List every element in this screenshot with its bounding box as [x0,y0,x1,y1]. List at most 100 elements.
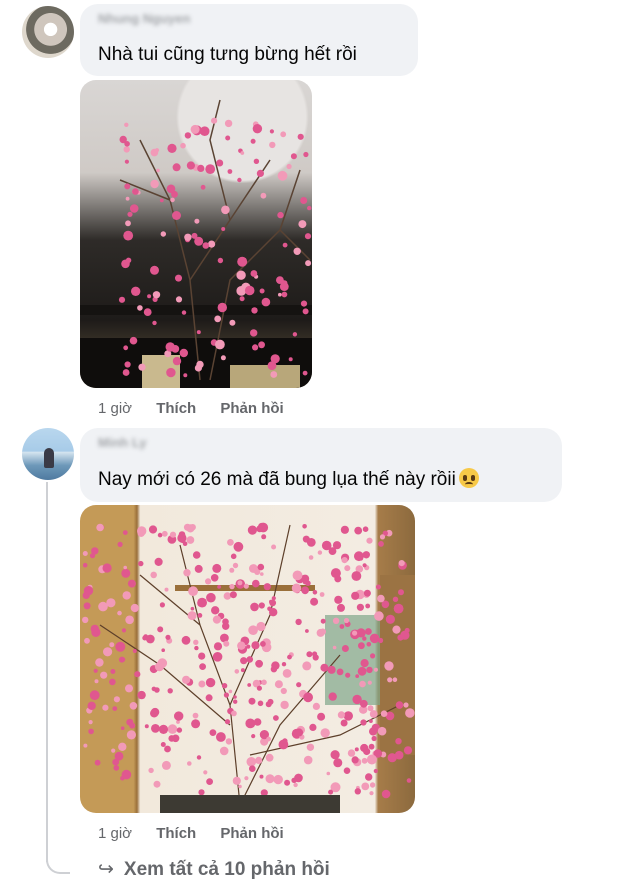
blossom-dot [93,668,98,673]
blossom-dot [96,523,104,532]
blossom-dot [194,645,199,651]
blossom-dot [125,196,130,201]
blossom-dot [354,526,363,535]
comment-author[interactable]: Minh Ly [98,435,147,450]
blossom-dot [327,665,336,674]
comment-time[interactable]: 1 giờ [98,825,132,842]
blossom-dot [187,761,192,766]
blossom-dot [252,579,260,588]
blossom-dot [304,233,312,240]
blossom-dot [208,240,216,248]
blossom-dot [265,774,275,784]
blossom-dot [160,742,166,747]
comment-meta: 1 giờ Thích Phản hồi [98,400,284,417]
blossom-dot [190,124,200,134]
blossom-dot [172,211,181,220]
blossom-dot [253,158,260,164]
blossom-dot [90,624,99,634]
blossom-dot [403,702,409,708]
blossom-dot [368,743,375,750]
blossom-dot [260,192,267,199]
blossom-dot [316,628,325,637]
blossom-dot [118,296,126,303]
blossom-dot [405,708,415,718]
blossom-dot [369,633,380,644]
blossom-dot [395,738,402,745]
blossom-dot [274,680,283,689]
blossom-dot [196,330,201,335]
blossom-dot [187,611,197,621]
blossom-dot [144,724,149,729]
blossom-dot [94,759,101,766]
comment-photo[interactable] [80,505,415,813]
blossom-dot [199,663,206,670]
blossom-dot [249,564,258,573]
blossom-dot [374,611,384,621]
view-more-replies-link[interactable]: ↪ Xem tất cả 10 phản hồi [98,858,330,881]
blossom-dot [220,355,226,361]
blossom-dot [223,640,230,647]
commenter-avatar[interactable] [22,6,74,58]
comment-text: Nhà tui cũng tưng bừng hết rồi [98,44,357,65]
blossom-dot [225,135,231,141]
blossom-dot [211,117,218,124]
blossom-dot [380,710,388,717]
blossom-dot [251,307,258,314]
blossom-dot [266,736,271,742]
blossom-dot [183,569,191,577]
blossom-dot [328,692,337,701]
blossom-dot [150,709,159,718]
blossom-dot [305,629,309,633]
blossom-dot [367,705,374,712]
blossom-dot [164,745,171,753]
blossom-dot [337,711,345,719]
blossom-dot [121,628,127,633]
blossom-dot [277,170,288,181]
blossom-dot [137,690,146,700]
reply-button[interactable]: Phản hồi [220,825,283,842]
reply-button[interactable]: Phản hồi [220,400,283,417]
blossom-dot [280,700,289,710]
blossom-dot [223,592,232,600]
blossom-dot [270,371,278,378]
blossom-dot [123,230,134,241]
blossom-dot [102,704,109,711]
blossom-dot [205,677,216,688]
blossom-dot [249,765,256,772]
comment-bubble: Minh Ly Nay mới có 26 mà đã bung lụa thế… [80,428,562,502]
blossom-dot [303,692,313,703]
blossom-dot [362,563,367,568]
blossom-dot [328,789,334,795]
blossom-dot [109,642,115,648]
blossom-dot [194,218,200,224]
blossom-dot [280,131,287,138]
blossom-dot [205,578,212,585]
blossom-dot [366,754,377,765]
comment-photo[interactable] [80,80,312,388]
blossom-dot [261,297,271,307]
blossom-dot [303,151,309,158]
blossom-dot [125,220,131,227]
blossom-dot [303,755,313,765]
blossom-dot [250,602,259,612]
blossom-dot [306,538,316,547]
blossom-dot [118,742,127,751]
blossom-dot [123,146,130,153]
like-button[interactable]: Thích [156,400,196,417]
commenter-avatar[interactable] [22,428,74,480]
blossom-dot [362,551,370,559]
blossom-dot [180,142,186,149]
blossom-dot [158,724,169,734]
blossom-dot [122,591,131,600]
blossom-dot [103,647,113,657]
comment-author[interactable]: Nhung Nguyen [98,11,190,26]
blossom-dot [231,710,237,717]
blossom-dot [83,743,88,748]
comment-time[interactable]: 1 giờ [98,400,132,417]
blossom-dot [392,625,401,634]
blossom-dot [344,565,351,572]
blossom-dot [300,300,308,307]
like-button[interactable]: Thích [156,825,196,842]
blossom-dot [83,586,94,596]
blossom-dot [237,580,243,586]
